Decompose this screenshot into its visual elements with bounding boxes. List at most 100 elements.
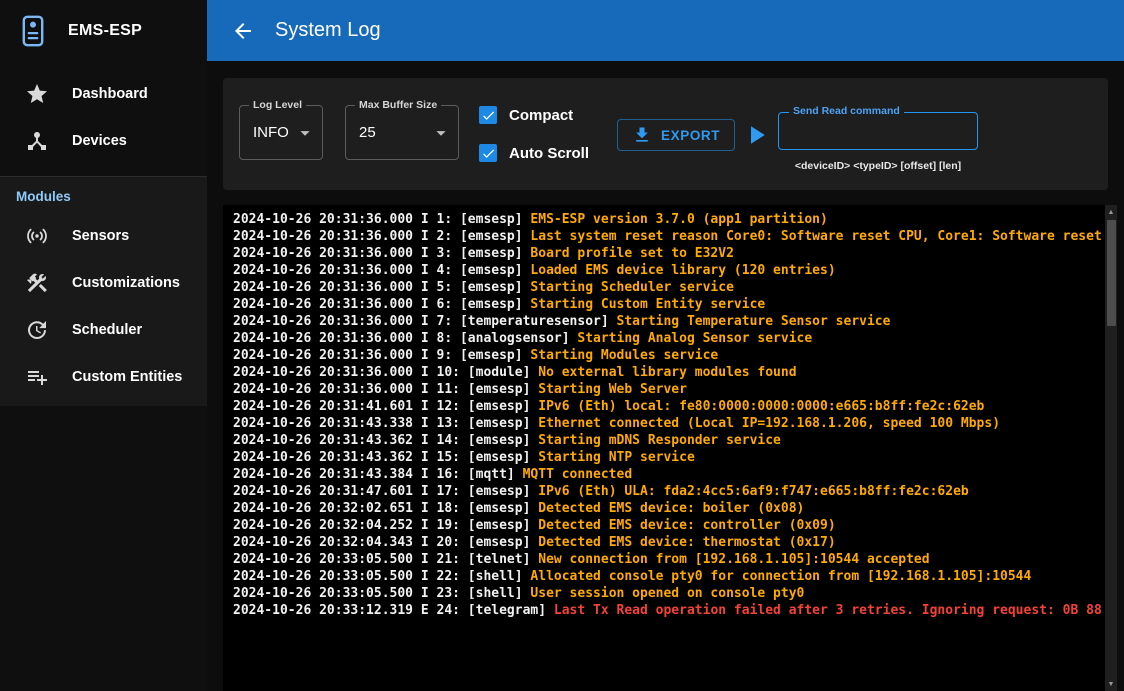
log-line-message: Starting Scheduler service — [530, 280, 734, 295]
log-line-message: No external library modules found — [538, 365, 796, 380]
log-line-prefix: 2024-10-26 20:31:36.000 I 1: [emsesp] — [233, 212, 530, 227]
auto-scroll-checkbox[interactable]: Auto Scroll — [479, 134, 589, 172]
log-controls-card: Log Level INFO Max Buffer Size 25 Compac… — [223, 78, 1108, 190]
log-line: 2024-10-26 20:31:36.000 I 5: [emsesp] St… — [233, 279, 1103, 296]
log-line-message: New connection from [192.168.1.105]:1054… — [538, 552, 929, 567]
log-line-message: Detected EMS device: thermostat (0x17) — [538, 535, 835, 550]
sidebar-item-custom-entities[interactable]: Custom Entities — [0, 353, 207, 400]
send-read-command-hint: <deviceID> <typeID> [offset] [len] — [778, 160, 978, 172]
playlist-add-icon — [25, 365, 49, 389]
download-icon — [632, 125, 652, 145]
sidebar-item-label: Devices — [72, 133, 127, 149]
log-line-message: MQTT connected — [523, 467, 633, 482]
log-line-message: IPv6 (Eth) local: fe80:0000:0000:0000:e6… — [538, 399, 984, 414]
log-line: 2024-10-26 20:31:43.338 I 13: [emsesp] E… — [233, 415, 1103, 432]
log-line-message: IPv6 (Eth) ULA: fda2:4cc5:6af9:f747:e665… — [538, 484, 968, 499]
log-level-value: INFO — [253, 124, 294, 141]
log-line: 2024-10-26 20:31:41.601 I 12: [emsesp] I… — [233, 398, 1103, 415]
log-line: 2024-10-26 20:31:43.362 I 15: [emsesp] S… — [233, 449, 1103, 466]
log-line-prefix: 2024-10-26 20:31:36.000 I 4: [emsesp] — [233, 263, 530, 278]
sidebar-item-devices[interactable]: Devices — [0, 117, 207, 164]
back-icon[interactable] — [231, 19, 255, 43]
log-line: 2024-10-26 20:31:36.000 I 11: [emsesp] S… — [233, 381, 1103, 398]
send-command-button[interactable] — [737, 116, 775, 154]
auto-scroll-checkbox-label: Auto Scroll — [509, 145, 589, 162]
log-level-label: Log Level — [249, 99, 306, 111]
log-line-prefix: 2024-10-26 20:32:04.343 I 20: [emsesp] — [233, 535, 538, 550]
log-line-prefix: 2024-10-26 20:33:05.500 I 23: [shell] — [233, 586, 530, 601]
log-line-prefix: 2024-10-26 20:31:36.000 I 3: [emsesp] — [233, 246, 530, 261]
sidebar-item-label: Customizations — [72, 275, 180, 291]
sidebar-item-customizations[interactable]: Customizations — [0, 259, 207, 306]
modules-subheader: Modules — [0, 177, 207, 212]
log-line-prefix: 2024-10-26 20:33:05.500 I 22: [shell] — [233, 569, 530, 584]
log-scrollbar[interactable]: ▲ ▼ — [1105, 205, 1117, 691]
log-line: 2024-10-26 20:31:36.000 I 2: [emsesp] La… — [233, 228, 1103, 245]
log-line-message: EMS-ESP version 3.7.0 (app1 partition) — [530, 212, 827, 227]
log-line-message: Ethernet connected (Local IP=192.168.1.2… — [538, 416, 1000, 431]
log-line-prefix: 2024-10-26 20:31:43.362 I 14: [emsesp] — [233, 433, 538, 448]
log-line: 2024-10-26 20:31:47.601 I 17: [emsesp] I… — [233, 483, 1103, 500]
log-line: 2024-10-26 20:33:12.319 E 24: [telegram]… — [233, 602, 1103, 619]
chevron-down-icon — [294, 122, 316, 144]
log-line-message: Allocated console pty0 for connection fr… — [530, 569, 1031, 584]
log-line: 2024-10-26 20:31:36.000 I 9: [emsesp] St… — [233, 347, 1103, 364]
page-title: System Log — [275, 19, 381, 42]
log-line-message: User session opened on console pty0 — [530, 586, 804, 601]
log-line-prefix: 2024-10-26 20:33:12.319 E 24: [telegram] — [233, 603, 554, 618]
sidebar: EMS-ESP DashboardDevices Modules Sensors… — [0, 0, 207, 691]
log-line: 2024-10-26 20:32:04.252 I 19: [emsesp] D… — [233, 517, 1103, 534]
construction-icon — [25, 271, 49, 295]
log-line-message: Detected EMS device: boiler (0x08) — [538, 501, 804, 516]
sidebar-item-scheduler[interactable]: Scheduler — [0, 306, 207, 353]
checkbox-checked-icon — [479, 144, 497, 162]
scroll-down-icon[interactable]: ▼ — [1105, 678, 1117, 690]
log-line-prefix: 2024-10-26 20:31:36.000 I 2: [emsesp] — [233, 229, 530, 244]
log-line: 2024-10-26 20:32:02.651 I 18: [emsesp] D… — [233, 500, 1103, 517]
sidebar-item-dashboard[interactable]: Dashboard — [0, 70, 207, 117]
send-read-command-input[interactable] — [779, 113, 977, 149]
export-button-label: EXPORT — [661, 128, 720, 143]
log-line-message: Last Tx Read operation failed after 3 re… — [554, 603, 1103, 618]
log-line-message: Starting Analog Sensor service — [577, 331, 812, 346]
appbar: System Log — [207, 0, 1124, 61]
log-line-prefix: 2024-10-26 20:31:36.000 I 7: [temperatur… — [233, 314, 617, 329]
log-line: 2024-10-26 20:31:43.384 I 16: [mqtt] MQT… — [233, 466, 1103, 483]
sidebar-nav: Dashboard Devices — [0, 61, 207, 164]
scroll-up-icon[interactable]: ▲ — [1105, 206, 1117, 218]
log-line: 2024-10-26 20:31:43.362 I 14: [emsesp] S… — [233, 432, 1103, 449]
max-buffer-size-value: 25 — [359, 124, 430, 141]
log-line-message: Detected EMS device: controller (0x09) — [538, 518, 835, 533]
log-line-prefix: 2024-10-26 20:31:43.338 I 13: [emsesp] — [233, 416, 538, 431]
compact-checkbox[interactable]: Compact — [479, 96, 589, 134]
log-line-prefix: 2024-10-26 20:31:43.384 I 16: [mqtt] — [233, 467, 523, 482]
log-line-prefix: 2024-10-26 20:31:47.601 I 17: [emsesp] — [233, 484, 538, 499]
scrollbar-thumb[interactable] — [1107, 220, 1116, 326]
log-line-message: Starting NTP service — [538, 450, 695, 465]
max-buffer-size-label: Max Buffer Size — [355, 99, 441, 111]
star-icon — [25, 82, 49, 106]
sidebar-item-sensors[interactable]: Sensors — [0, 212, 207, 259]
modules-section: Modules Sensors Customizations SchedulerCu… — [0, 176, 207, 406]
log-line-prefix: 2024-10-26 20:31:43.362 I 15: [emsesp] — [233, 450, 538, 465]
log-line-message: Starting Custom Entity service — [530, 297, 765, 312]
log-line: 2024-10-26 20:31:36.000 I 8: [analogsens… — [233, 330, 1103, 347]
log-line: 2024-10-26 20:31:36.000 I 1: [emsesp] EM… — [233, 211, 1103, 228]
log-line: 2024-10-26 20:31:36.000 I 6: [emsesp] St… — [233, 296, 1103, 313]
schedule-icon — [25, 318, 49, 342]
sidebar-item-label: Dashboard — [72, 86, 148, 102]
main-column: System Log Log Level INFO Max Buffer Siz… — [207, 0, 1124, 691]
log-line-prefix: 2024-10-26 20:33:05.500 I 21: [telnet] — [233, 552, 538, 567]
log-line: 2024-10-26 20:31:36.000 I 4: [emsesp] Lo… — [233, 262, 1103, 279]
system-log-output: 2024-10-26 20:31:36.000 I 1: [emsesp] EM… — [223, 205, 1117, 691]
log-line-prefix: 2024-10-26 20:32:02.651 I 18: [emsesp] — [233, 501, 538, 516]
export-button[interactable]: EXPORT — [617, 119, 735, 151]
log-level-select[interactable]: Log Level INFO — [239, 105, 323, 160]
log-line-message: Starting Temperature Sensor service — [617, 314, 891, 329]
sidebar-item-label: Sensors — [72, 228, 129, 244]
log-line: 2024-10-26 20:31:36.000 I 10: [module] N… — [233, 364, 1103, 381]
max-buffer-size-select[interactable]: Max Buffer Size 25 — [345, 105, 459, 160]
chevron-down-icon — [430, 122, 452, 144]
ems-esp-app: EMS-ESP DashboardDevices Modules Sensors… — [0, 0, 1124, 691]
log-line-prefix: 2024-10-26 20:31:36.000 I 9: [emsesp] — [233, 348, 530, 363]
